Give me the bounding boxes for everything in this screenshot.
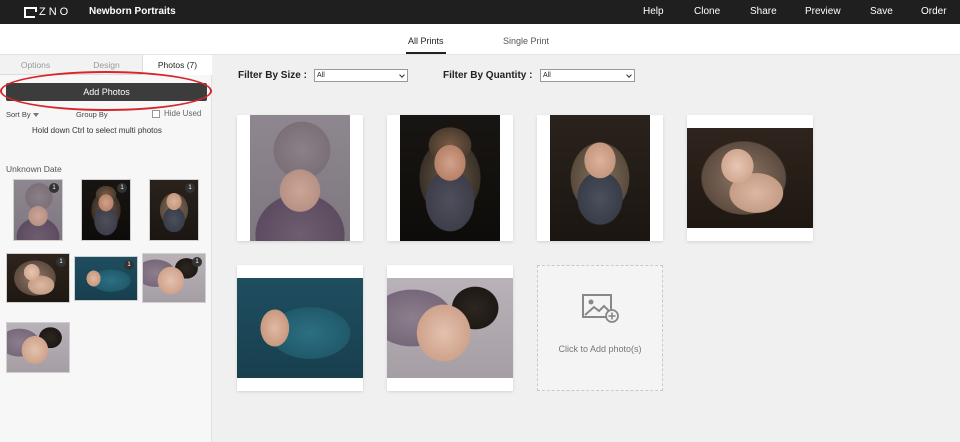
used-count-badge: 1 — [192, 257, 202, 267]
hide-used-label: Hide Used — [164, 109, 202, 118]
sort-by-label: Sort By — [6, 110, 31, 119]
checkbox-icon — [152, 109, 160, 118]
save-button[interactable]: Save — [870, 6, 893, 17]
photo-thumbnail[interactable]: 1 — [6, 253, 70, 303]
sort-by-dropdown[interactable]: Sort By — [6, 110, 39, 119]
left-panel-tabs: Options Design Photos (7) — [0, 55, 212, 75]
print-photo — [550, 115, 650, 241]
multi-select-hint: Hold down Ctrl to select multi photos — [32, 126, 162, 135]
zno-logo[interactable]: ZNO — [24, 6, 71, 18]
chevron-down-icon — [32, 113, 39, 118]
print-card[interactable] — [387, 265, 513, 391]
clone-button[interactable]: Clone — [694, 6, 720, 17]
filter-size-value: All — [317, 72, 325, 79]
filter-quantity-select[interactable]: All — [540, 69, 635, 82]
filter-quantity-label: Filter By Quantity : — [443, 70, 533, 81]
preview-button[interactable]: Preview — [805, 6, 841, 17]
print-photo — [687, 128, 813, 228]
add-photo-card[interactable]: Click to Add photo(s) — [537, 265, 663, 391]
group-by-label: Group By — [76, 110, 108, 119]
used-count-badge: 1 — [56, 257, 66, 267]
left-panel: Options Design Photos (7) Add Photos Sor… — [0, 55, 212, 442]
used-count-badge: 1 — [49, 183, 59, 193]
filter-size-select[interactable]: All — [314, 69, 408, 82]
photo-thumbnail[interactable]: 1 — [142, 253, 206, 303]
filter-quantity-value: All — [543, 72, 551, 79]
used-count-badge: 1 — [185, 183, 195, 193]
print-card[interactable] — [237, 265, 363, 391]
order-button[interactable]: Order — [921, 6, 947, 17]
help-button[interactable]: Help — [643, 6, 664, 17]
print-photo — [250, 115, 350, 241]
used-count-badge: 1 — [117, 183, 127, 193]
date-group-label: Unknown Date — [6, 164, 62, 174]
tab-all-prints[interactable]: All Prints — [406, 36, 446, 54]
add-image-icon — [582, 294, 619, 323]
filter-size-label: Filter By Size : — [238, 70, 307, 81]
photo-thumbnail[interactable]: 1 — [74, 256, 138, 301]
project-title: Newborn Portraits — [89, 6, 176, 17]
photo-thumbnail[interactable]: 1 — [149, 179, 199, 241]
tab-photos[interactable]: Photos (7) — [142, 55, 212, 75]
used-count-badge: 1 — [124, 260, 134, 270]
add-photo-label: Click to Add photo(s) — [558, 344, 642, 354]
hide-used-checkbox[interactable]: Hide Used — [152, 109, 201, 118]
photo-thumbnail[interactable]: 1 — [13, 179, 63, 241]
print-photo — [400, 115, 500, 241]
tab-options[interactable]: Options — [0, 55, 71, 75]
print-card[interactable] — [537, 115, 663, 241]
logo-text: ZNO — [39, 6, 72, 18]
tab-design[interactable]: Design — [71, 55, 142, 75]
add-photos-button[interactable]: Add Photos — [6, 83, 207, 101]
chevron-down-icon — [399, 72, 405, 78]
logo-mark-icon — [24, 6, 37, 18]
print-card[interactable] — [387, 115, 513, 241]
print-photo — [387, 278, 513, 378]
print-card[interactable] — [687, 115, 813, 241]
chevron-down-icon — [626, 72, 632, 78]
top-bar: ZNO Newborn Portraits Help Clone Share P… — [0, 0, 960, 24]
group-by-dropdown[interactable]: Group By — [76, 110, 108, 119]
print-tabs-bar: All Prints Single Print — [0, 24, 960, 55]
print-card[interactable] — [237, 115, 363, 241]
share-button[interactable]: Share — [750, 6, 777, 17]
photo-thumbnail[interactable]: 1 — [81, 179, 131, 241]
print-photo — [237, 278, 363, 378]
tab-single-print[interactable]: Single Print — [503, 36, 549, 46]
photo-thumbnail[interactable] — [6, 322, 70, 373]
